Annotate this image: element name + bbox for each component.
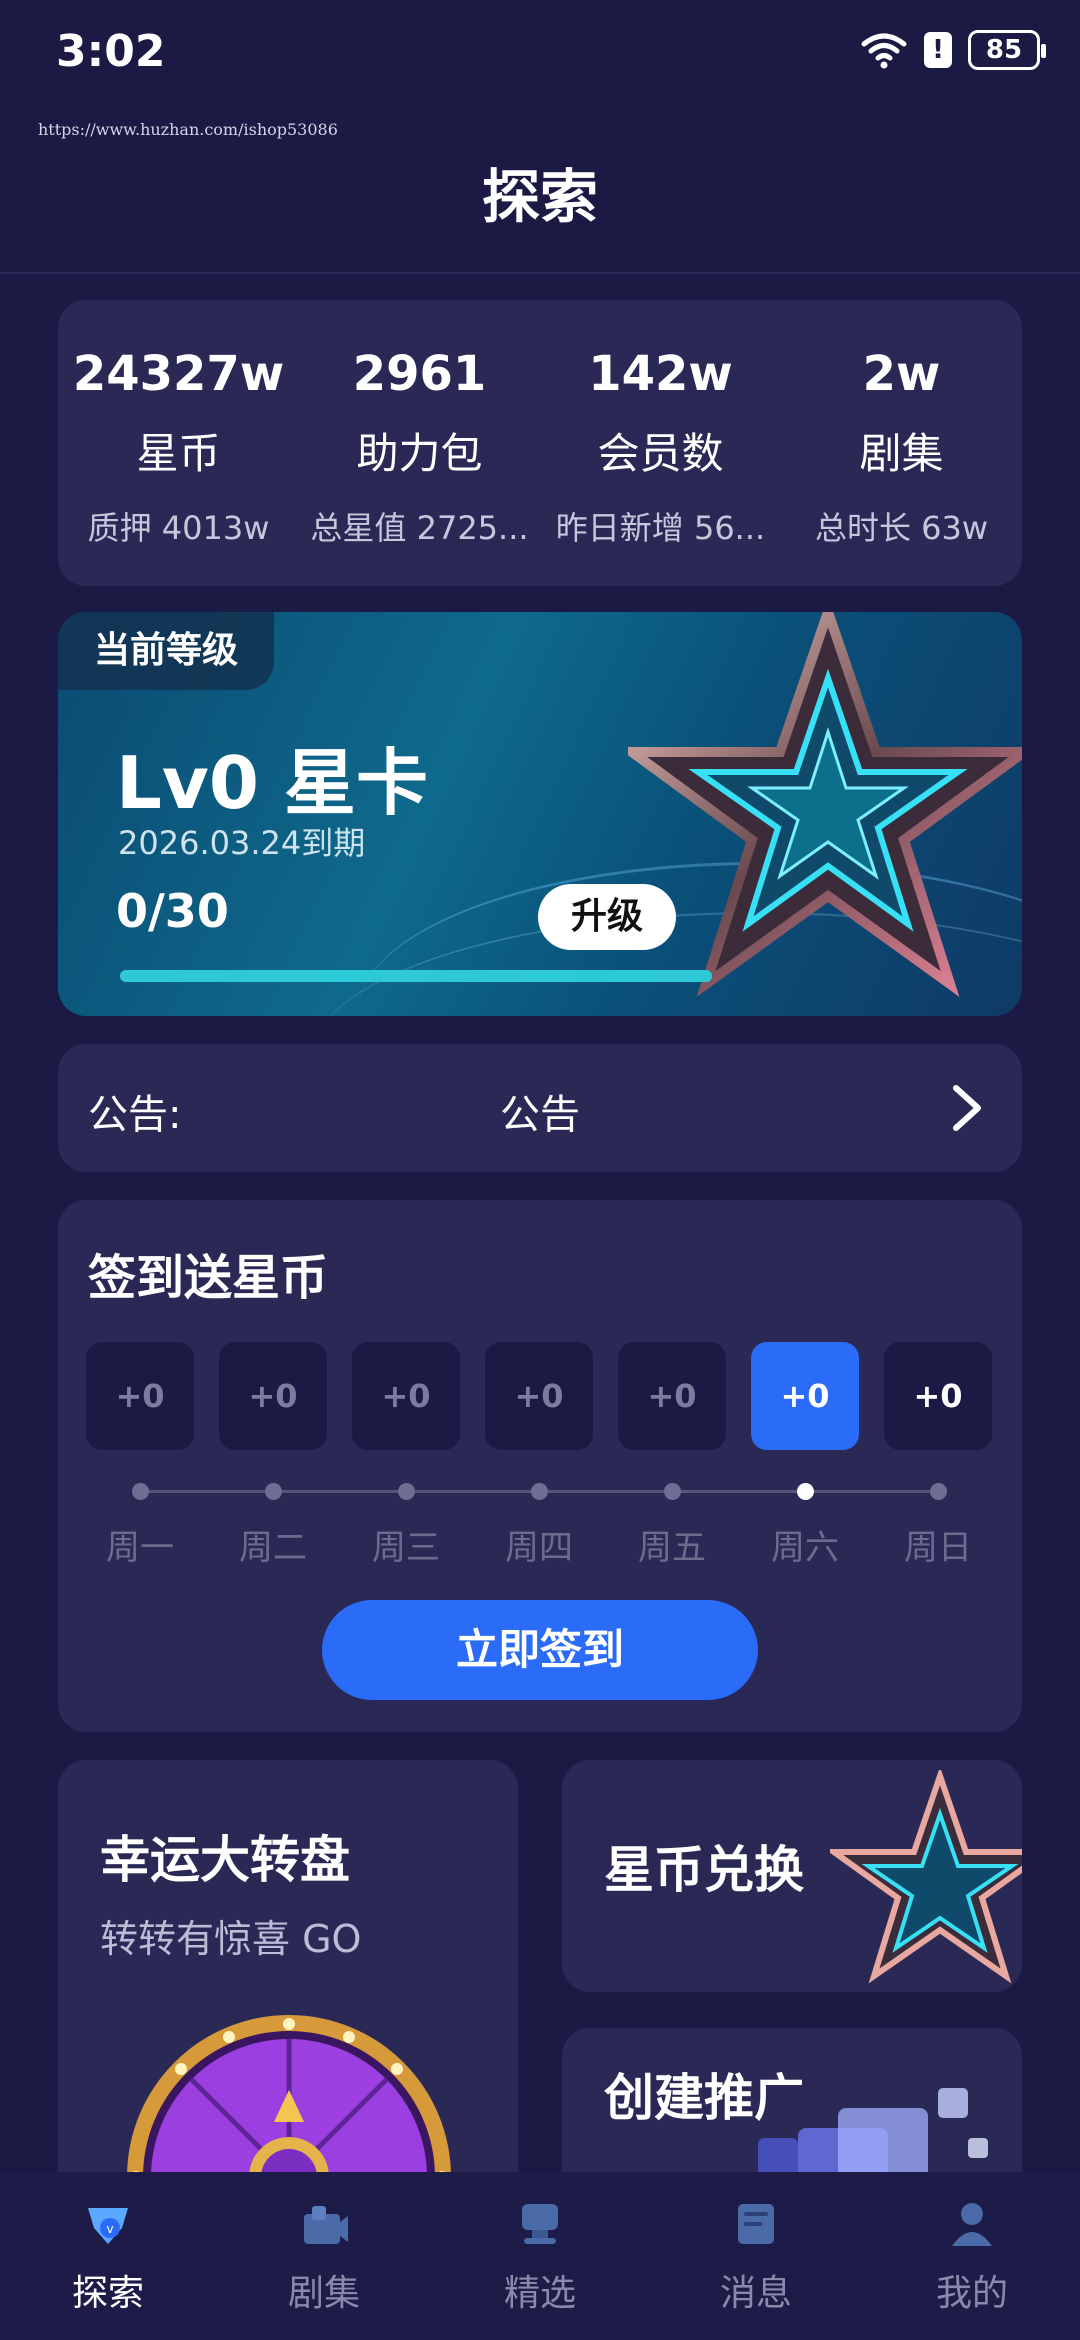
status-bar: 3:02 ! 85: [0, 0, 1080, 100]
day-reward-box: +0: [352, 1342, 460, 1450]
stat-sub: 质押 4013w: [87, 509, 270, 547]
level-progress-bar: [120, 970, 712, 982]
level-card[interactable]: 当前等级 Lv0 星卡 2026.03.24到期 0/30 升级: [58, 612, 1022, 1016]
coin-exchange-card[interactable]: 星币兑换: [562, 1760, 1022, 1992]
day-label: 周五: [638, 1528, 706, 1568]
bottom-tab-bar: v 探索 剧集 精选 消息 我的: [0, 2172, 1080, 2340]
featured-icon: [522, 2204, 558, 2244]
tab-series[interactable]: 剧集: [216, 2172, 432, 2340]
stat-value: 142w: [588, 346, 733, 402]
page-title: 探索: [481, 163, 598, 231]
signin-card: 签到送星币 +0 +0 +0 +0 +0 +0 +0 周一 周二 周三 周四 周…: [58, 1200, 1022, 1732]
stat-sub: 昨日新增 56...: [555, 509, 766, 547]
timeline-dot: [398, 1483, 415, 1500]
stat-coins[interactable]: 24327w 星币 质押 4013w: [58, 300, 299, 586]
header-divider: [0, 272, 1080, 274]
stat-value: 2961: [352, 346, 487, 402]
timeline-dot: [930, 1483, 947, 1500]
signin-title: 签到送星币: [88, 1250, 329, 1306]
chevron-right-icon: [953, 1085, 981, 1131]
stat-sub: 总时长 63w: [814, 509, 989, 547]
tab-featured[interactable]: 精选: [432, 2172, 648, 2340]
level-expire-date: 2026.03.24到期: [118, 824, 366, 862]
day-label: 周六: [771, 1528, 839, 1568]
wheel-subtitle: 转转有惊喜 GO: [100, 1917, 362, 1961]
stat-label: 助力包: [356, 429, 483, 478]
day-reward-box: +0: [884, 1342, 992, 1450]
lucky-wheel-card[interactable]: 幸运大转盘 转转有惊喜 GO: [58, 1760, 518, 2200]
day-reward-box-active: +0: [751, 1342, 859, 1450]
message-icon: [738, 2204, 774, 2244]
tab-label: 探索: [71, 2273, 144, 2314]
exchange-title: 星币兑换: [604, 1841, 804, 1899]
battery-icon: 85: [968, 30, 1046, 70]
day-label: 周三: [372, 1528, 440, 1568]
tab-label: 精选: [503, 2273, 576, 2314]
stats-card: 24327w 星币 质押 4013w 2961 助力包 总星值 2725... …: [58, 300, 1022, 586]
stat-label: 剧集: [859, 429, 944, 478]
tab-label: 剧集: [287, 2273, 360, 2314]
wheel-title: 幸运大转盘: [100, 1831, 350, 1889]
promo-title: 创建推广: [604, 2069, 804, 2127]
level-name: Lv0 星卡: [116, 741, 428, 825]
day-reward-box: +0: [618, 1342, 726, 1450]
stat-label: 星币: [136, 429, 221, 478]
timeline-dot: [265, 1483, 282, 1500]
notice-text: 公告: [500, 1092, 580, 1138]
level-progress-fill: [120, 970, 712, 982]
stat-value: 24327w: [72, 346, 285, 402]
stat-members[interactable]: 142w 会员数 昨日新增 56...: [540, 300, 781, 586]
level-progress-text: 0/30: [116, 884, 229, 938]
notice-bar[interactable]: 公告: 公告: [58, 1044, 1022, 1172]
upgrade-button[interactable]: 升级: [538, 884, 676, 950]
timeline-dot-active: [797, 1483, 814, 1500]
series-icon: [304, 2206, 348, 2244]
day-label: 周四: [505, 1528, 573, 1568]
explore-icon: v: [88, 2208, 128, 2244]
profile-icon: [952, 2203, 992, 2246]
tab-profile[interactable]: 我的: [864, 2172, 1080, 2340]
tab-label: 我的: [935, 2273, 1008, 2314]
status-time: 3:02: [56, 26, 166, 77]
day-reward-box: +0: [485, 1342, 593, 1450]
star-icon: [830, 1770, 1022, 1984]
tab-messages[interactable]: 消息: [648, 2172, 864, 2340]
alert-icon: !: [924, 32, 952, 68]
day-label: 周日: [904, 1528, 972, 1568]
stat-value: 2w: [862, 346, 941, 402]
day-label: 周一: [106, 1528, 174, 1568]
timeline-dot: [531, 1483, 548, 1500]
day-label: 周二: [239, 1528, 307, 1568]
day-reward-box: +0: [86, 1342, 194, 1450]
day-reward-box: +0: [219, 1342, 327, 1450]
status-icons: ! 85: [860, 30, 1046, 70]
svg-text:v: v: [106, 2222, 113, 2236]
star-icon: [628, 612, 1022, 997]
stat-sub: 总星值 2725...: [310, 509, 529, 547]
watermark-url: https://www.huzhan.com/ishop53086: [38, 120, 338, 139]
signin-button[interactable]: 立即签到: [322, 1600, 758, 1700]
stat-boost-packs[interactable]: 2961 助力包 总星值 2725...: [299, 300, 540, 586]
current-level-tag: 当前等级: [58, 612, 274, 690]
wifi-icon: [861, 33, 907, 69]
tab-label: 消息: [719, 2273, 792, 2314]
tab-explore[interactable]: v 探索: [0, 2172, 216, 2340]
stat-series[interactable]: 2w 剧集 总时长 63w: [781, 300, 1022, 586]
timeline-dot: [664, 1483, 681, 1500]
stat-label: 会员数: [597, 429, 724, 478]
timeline-dot: [132, 1483, 149, 1500]
